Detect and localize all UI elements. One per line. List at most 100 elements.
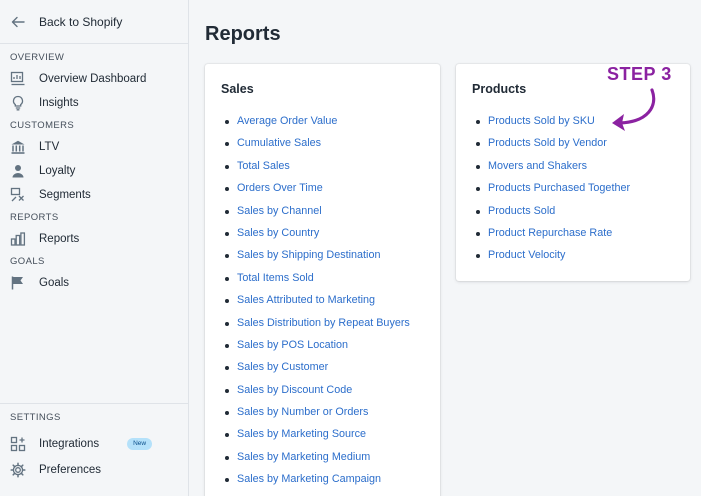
bullet (476, 254, 480, 259)
bank-icon (11, 140, 25, 154)
sidebar-item-integrations[interactable]: Integrations New (0, 432, 188, 456)
bullet (476, 187, 480, 192)
section-title-reports: REPORTS (10, 212, 59, 223)
sidebar-item-label: Goals (39, 277, 70, 289)
report-link[interactable]: Sales by Shipping Destination (237, 249, 380, 261)
list-item: Products Sold (472, 205, 630, 227)
sidebar-item-label: Integrations (39, 438, 100, 450)
sidebar-item-preferences[interactable]: Preferences (0, 458, 188, 482)
list-item: Movers and Shakers (472, 160, 630, 182)
report-link[interactable]: Sales by Channel (237, 205, 322, 217)
list-item: Sales by Number or Orders (221, 406, 410, 428)
list-item: Product Repurchase Rate (472, 227, 630, 249)
report-link[interactable]: Sales Distribution by Repeat Buyers (237, 317, 410, 329)
bullet (476, 120, 480, 124)
list-item: Total Items Sold (221, 272, 410, 294)
sidebar-item-ltv[interactable]: LTV (0, 135, 188, 159)
report-link[interactable]: Product Repurchase Rate (488, 227, 612, 239)
list-item: Product Velocity (472, 249, 630, 271)
list-item: Sales by Marketing Campaign (221, 473, 410, 495)
sidebar-item-overview-dashboard[interactable]: Overview Dashboard (0, 67, 188, 91)
sidebar-item-reports[interactable]: Reports (0, 227, 188, 251)
report-link[interactable]: Movers and Shakers (488, 160, 587, 172)
sidebar-item-segments[interactable]: Segments (0, 183, 188, 207)
bullet (476, 231, 480, 236)
bullet (225, 455, 229, 460)
bullet (225, 276, 229, 281)
flag-icon (11, 276, 23, 290)
back-to-shopify-link[interactable]: Back to Shopify (0, 0, 188, 44)
arrow-left-icon (11, 16, 25, 27)
report-link[interactable]: Sales by Discount Code (237, 384, 352, 396)
list-item: Sales by Shipping Destination (221, 249, 410, 271)
report-link[interactable]: Sales by Country (237, 227, 319, 239)
person-icon (12, 165, 24, 178)
report-link[interactable]: Sales by POS Location (237, 339, 348, 351)
products-card-title: Products (472, 82, 527, 96)
report-link[interactable]: Sales by Marketing Medium (237, 451, 370, 463)
report-link[interactable]: Total Items Sold (237, 272, 314, 284)
lightbulb-icon (12, 95, 24, 111)
bullet (476, 164, 480, 169)
list-item: Sales by Country (221, 227, 410, 249)
list-item: Sales Distribution by Repeat Buyers (221, 317, 410, 339)
bullet (225, 209, 229, 214)
report-link[interactable]: Products Sold (488, 205, 555, 217)
sidebar-item-label: Loyalty (39, 165, 76, 177)
bar-chart-icon (10, 232, 26, 246)
sidebar: Back to Shopify OVERVIEW Overview Dashbo… (0, 0, 189, 496)
sidebar-item-label: Overview Dashboard (39, 73, 147, 85)
sales-report-list: Average Order Value Cumulative Sales Tot… (221, 115, 410, 496)
list-item: Cumulative Sales (221, 137, 410, 159)
sidebar-item-loyalty[interactable]: Loyalty (0, 159, 188, 183)
list-item: Sales Attributed to Marketing (221, 294, 410, 316)
bullet (225, 321, 229, 326)
report-link[interactable]: Products Purchased Together (488, 182, 630, 194)
segments-icon (10, 187, 24, 202)
list-item: Products Purchased Together (472, 182, 630, 204)
report-link[interactable]: Products Sold by SKU (488, 115, 595, 127)
section-title-overview: OVERVIEW (10, 52, 65, 63)
sidebar-item-goals[interactable]: Goals (0, 271, 188, 295)
list-item: Sales by Discount Code (221, 384, 410, 406)
report-link[interactable]: Sales by Number or Orders (237, 406, 368, 418)
report-link[interactable]: Cumulative Sales (237, 137, 321, 149)
sidebar-item-label: Insights (39, 97, 79, 109)
curved-arrow-icon (612, 88, 656, 131)
sidebar-item-insights[interactable]: Insights (0, 91, 188, 115)
bullet (225, 231, 229, 236)
report-link[interactable]: Sales by Marketing Source (237, 428, 366, 440)
report-link[interactable]: Sales by Customer (237, 361, 328, 373)
section-title-customers: CUSTOMERS (10, 120, 75, 131)
bullet (225, 254, 229, 259)
new-badge: New (127, 438, 153, 450)
report-link[interactable]: Orders Over Time (237, 182, 323, 194)
settings-area: SETTINGS Integrations New Preferences (0, 403, 188, 482)
report-link[interactable]: Sales Attributed to Marketing (237, 294, 375, 306)
list-item: Sales by Marketing Source (221, 428, 410, 450)
bullet (225, 411, 229, 416)
bullet (225, 299, 229, 304)
sidebar-item-label: Reports (39, 233, 80, 245)
bullet (225, 120, 229, 124)
sidebar-item-label: LTV (39, 141, 60, 153)
report-link[interactable]: Average Order Value (237, 115, 337, 127)
gear-icon (10, 462, 26, 478)
page-title: Reports (205, 23, 281, 45)
report-link[interactable]: Sales by Marketing Campaign (237, 473, 381, 485)
sales-card: Sales Average Order Value Cumulative Sal… (205, 64, 440, 496)
dashboard-icon (10, 71, 25, 86)
bullet (225, 164, 229, 169)
list-item: Sales by Customer (221, 361, 410, 383)
sidebar-item-label: Segments (39, 189, 91, 201)
bullet (476, 142, 480, 147)
report-link[interactable]: Products Sold by Vendor (488, 137, 607, 149)
list-item: Average Order Value (221, 115, 410, 137)
report-link[interactable]: Product Velocity (488, 249, 565, 261)
bullet (225, 366, 229, 371)
list-item: Orders Over Time (221, 182, 410, 204)
list-item: Sales by POS Location (221, 339, 410, 361)
sales-card-title: Sales (221, 82, 254, 96)
report-link[interactable]: Total Sales (237, 160, 290, 172)
back-label: Back to Shopify (39, 14, 123, 29)
